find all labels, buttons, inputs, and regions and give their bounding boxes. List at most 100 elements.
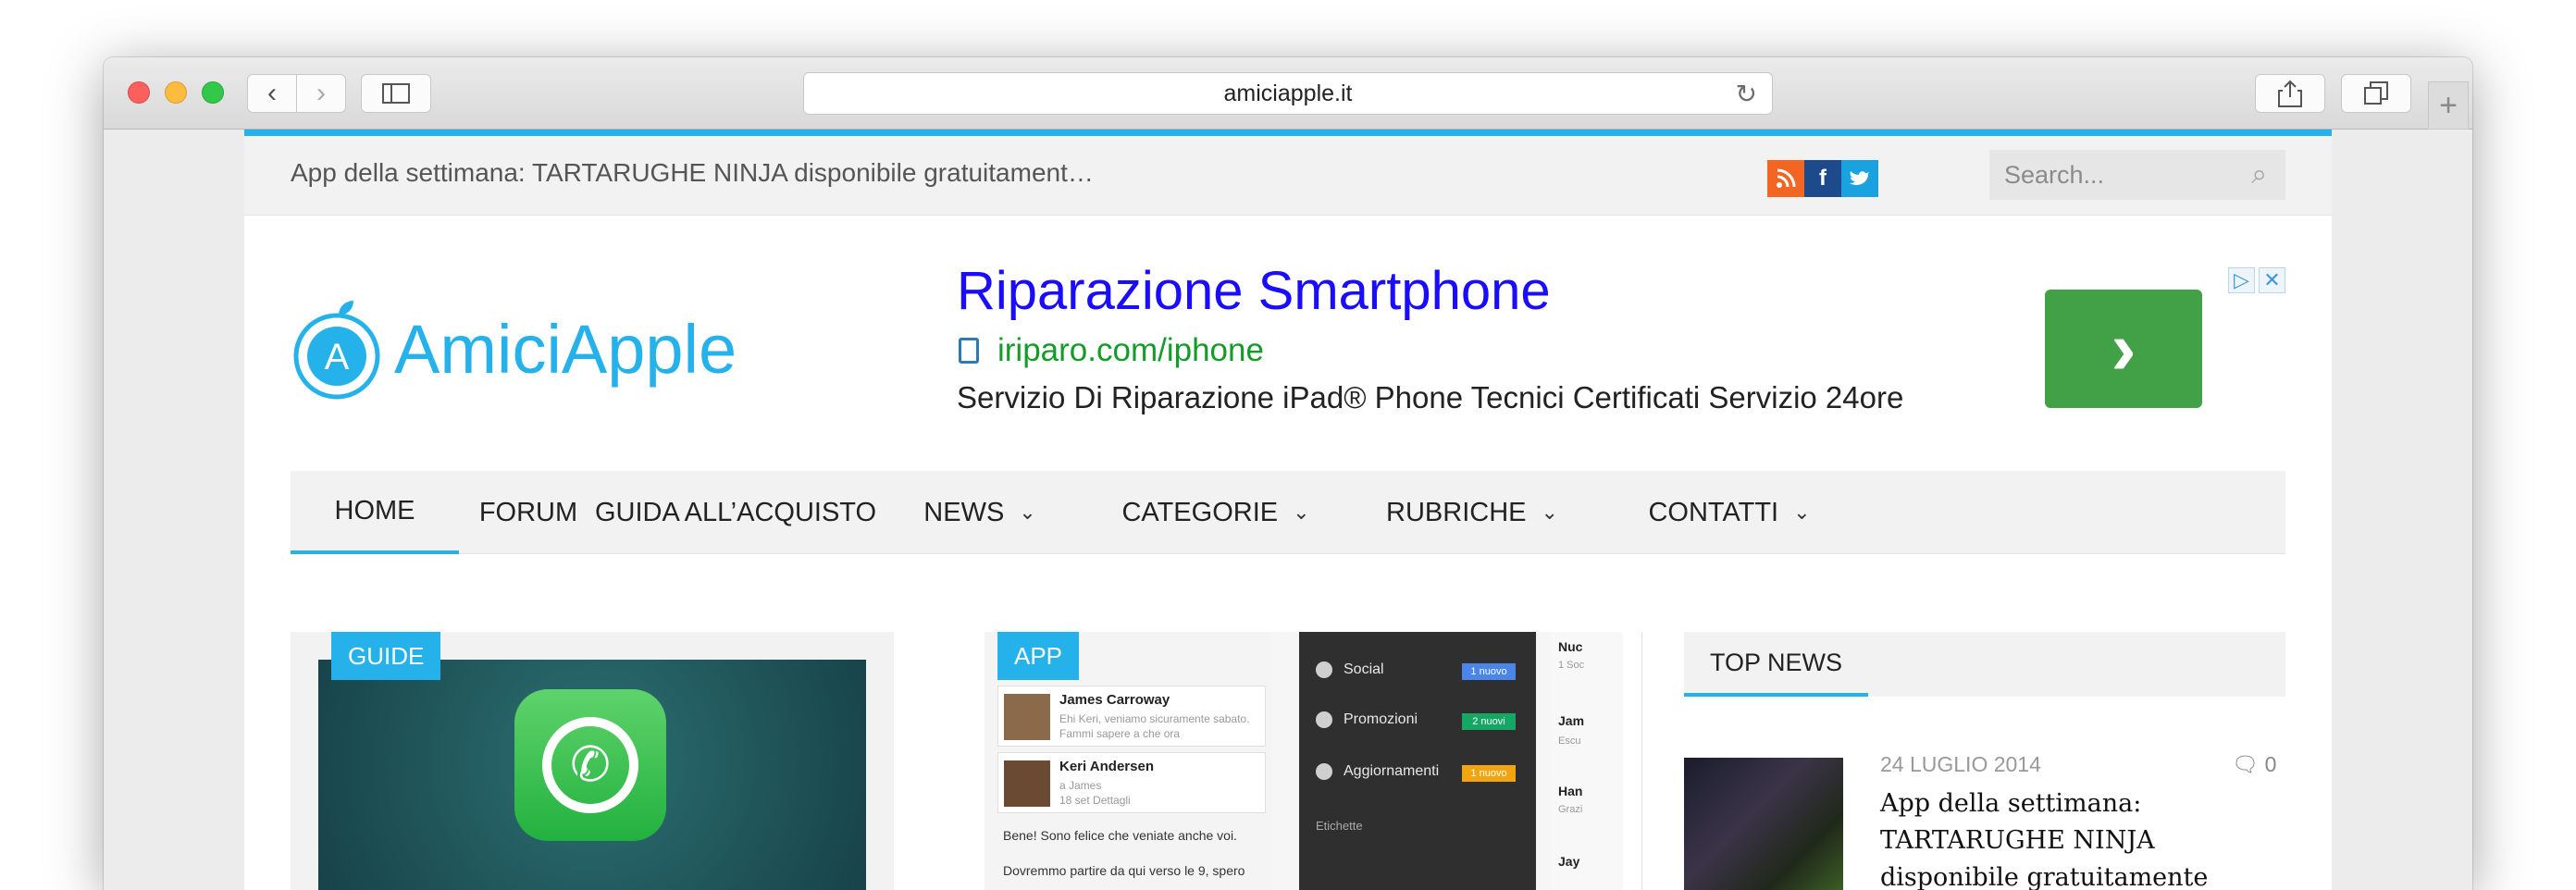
mail-snippet: 18 set Dettagli [1059,794,1131,807]
top-news-label[interactable]: TOP NEWS [1684,632,1869,697]
mail-message: Keri Andersen a James 18 set Dettagli [997,752,1266,813]
chevron-down-icon: ⌄ [1019,501,1036,524]
share-button[interactable] [2255,74,2325,113]
category-tag[interactable]: APP [997,632,1080,680]
news-date: 24 LUGLIO 2014 [1880,752,2041,776]
mail-labels-heading: Etichette [1316,819,1363,833]
news-ticker[interactable]: App della settimana: TARTARUGHE NINJA di… [291,158,1094,188]
adchoices-icon[interactable]: ▷ [2228,267,2255,293]
article-card-guide[interactable]: ✆ GUIDE [291,632,894,890]
close-icon[interactable]: ✕ [2259,267,2285,293]
logo-text: AmiciApple [394,311,737,388]
nav-forum-label: FORUM [478,497,578,527]
news-title[interactable]: App della settimana: TARTARUGHE NINJA di… [1880,785,2287,890]
address-text: amiciapple.it [1223,80,1353,106]
ad-open-button[interactable]: › [2045,290,2202,408]
ad-choices[interactable]: ▷ ✕ [2228,267,2285,295]
browser-window: ‹ › amiciapple.it ↻ + App della settiman… [104,57,2472,890]
nav-guida-label: GUIDA ALL’ACQUISTO [594,497,877,527]
rss-icon[interactable] [1767,160,1804,197]
mail-menu-promo: Promozioni [1316,711,1418,728]
top-news-header: TOP NEWS [1684,632,2285,697]
search-icon[interactable]: ⌕ [2251,159,2267,191]
svg-text:A: A [325,337,350,377]
mail-message: James Carroway Ehi Keri, veniamo sicuram… [997,686,1266,747]
mail-col-sub: 1 Soc [1558,660,1585,671]
mail-menu-updates: Aggiornamenti [1316,763,1439,780]
mail-col-text: Jam [1558,713,1585,728]
news-thumbnail[interactable] [1684,758,1843,890]
nav-forum[interactable]: FORUM [459,471,598,554]
mail-col-sub: Escu [1558,735,1581,747]
nav-contatti-label: CONTATTI [1648,497,1779,527]
mail-snippet: a James [1059,779,1102,792]
page-viewport: App della settimana: TARTARUGHE NINJA di… [104,130,2472,890]
news-comment-count[interactable]: 🗨 0 [2232,752,2276,777]
mail-col-text: Nuc [1558,639,1583,654]
mail-screenshot-right: Nuc 1 Soc Jam Escu Han Grazi Jay [1551,632,1623,890]
close-window-button[interactable] [128,81,150,104]
nav-contatti[interactable]: CONTATTI ⌄ [1599,471,1860,554]
zoom-window-button[interactable] [202,81,224,104]
search-input[interactable]: Search... ⌕ [1989,150,2285,200]
mail-sender: Keri Andersen [1059,759,1154,774]
nav-news-label: NEWS [923,497,1005,527]
site-logo[interactable]: A AmiciApple [291,295,772,406]
mail-col-sub: Grazi [1558,804,1583,815]
site-container: App della settimana: TARTARUGHE NINJA di… [244,130,2332,890]
mail-body: Bene! Sono felice che veniate anche voi. [1003,828,1237,843]
browser-toolbar: ‹ › amiciapple.it ↻ + [104,57,2472,130]
ad-url[interactable]: iriparo.com/iphone [997,332,1264,369]
article-card-app[interactable]: James Carroway Ehi Keri, veniamo sicuram… [985,632,1623,890]
comment-icon: 🗨 [2232,752,2260,776]
chevron-down-icon: ⌄ [1793,501,1811,524]
sidebar-toggle-button[interactable] [361,74,431,113]
reload-icon[interactable]: ↻ [1736,79,1757,109]
tabs-icon [2364,81,2388,105]
people-icon [1316,661,1332,678]
mail-badge: 1 nuovo [1462,765,1516,782]
avatar [1004,760,1050,807]
avatar [1004,694,1050,740]
nav-guida[interactable]: GUIDA ALL’ACQUISTO [594,471,877,554]
nav-rubriche[interactable]: RUBRICHE ⌄ [1345,471,1599,554]
mail-badge: 1 nuovo [1462,663,1516,680]
address-bar[interactable]: amiciapple.it ↻ [803,72,1773,115]
share-icon [2278,80,2302,107]
info-icon [1316,763,1332,780]
nav-home-label: HOME [334,495,415,525]
back-button[interactable]: ‹ [247,74,297,113]
facebook-icon[interactable]: f [1804,160,1841,197]
phone-icon: ✆ [542,717,638,813]
mail-body: Dovremmo partire da qui verso le 9, sper… [1003,863,1245,878]
whatsapp-logo-icon: ✆ [514,689,666,841]
forward-button[interactable]: › [296,74,346,113]
mail-sender: James Carroway [1059,692,1170,708]
chevron-right-icon: › [2111,306,2136,390]
mail-col-text: Jay [1558,854,1580,869]
comment-count: 0 [2264,752,2277,776]
twitter-icon[interactable] [1841,160,1878,197]
apple-logo-icon: A [293,301,380,400]
search-placeholder: Search... [2004,160,2105,189]
mail-col-text: Han [1558,784,1583,798]
tag-icon [1316,711,1332,728]
nav-categorie-label: CATEGORIE [1121,497,1279,527]
nav-categorie[interactable]: CATEGORIE ⌄ [1086,471,1345,554]
sidebar-icon [382,83,410,104]
mail-snippet: Fammi sapere a che ora [1059,727,1181,740]
nav-home[interactable]: HOME [291,471,459,554]
chevron-left-icon: ‹ [267,78,277,108]
show-tabs-button[interactable] [2341,74,2411,113]
whatsapp-image: ✆ [318,660,866,890]
new-tab-button[interactable]: + [2428,81,2469,130]
nav-news[interactable]: NEWS ⌄ [873,471,1086,554]
ad-title[interactable]: Riparazione Smartphone [957,260,1551,322]
category-tag[interactable]: GUIDE [331,632,441,680]
chevron-down-icon: ⌄ [1541,501,1558,524]
mail-badge: 2 nuovi [1462,713,1516,730]
column-divider [1641,632,1642,890]
top-bar: App della settimana: TARTARUGHE NINJA di… [244,136,2332,216]
minimize-window-button[interactable] [165,81,187,104]
ad-description: Servizio Di Riparazione iPad® Phone Tecn… [957,380,1904,414]
